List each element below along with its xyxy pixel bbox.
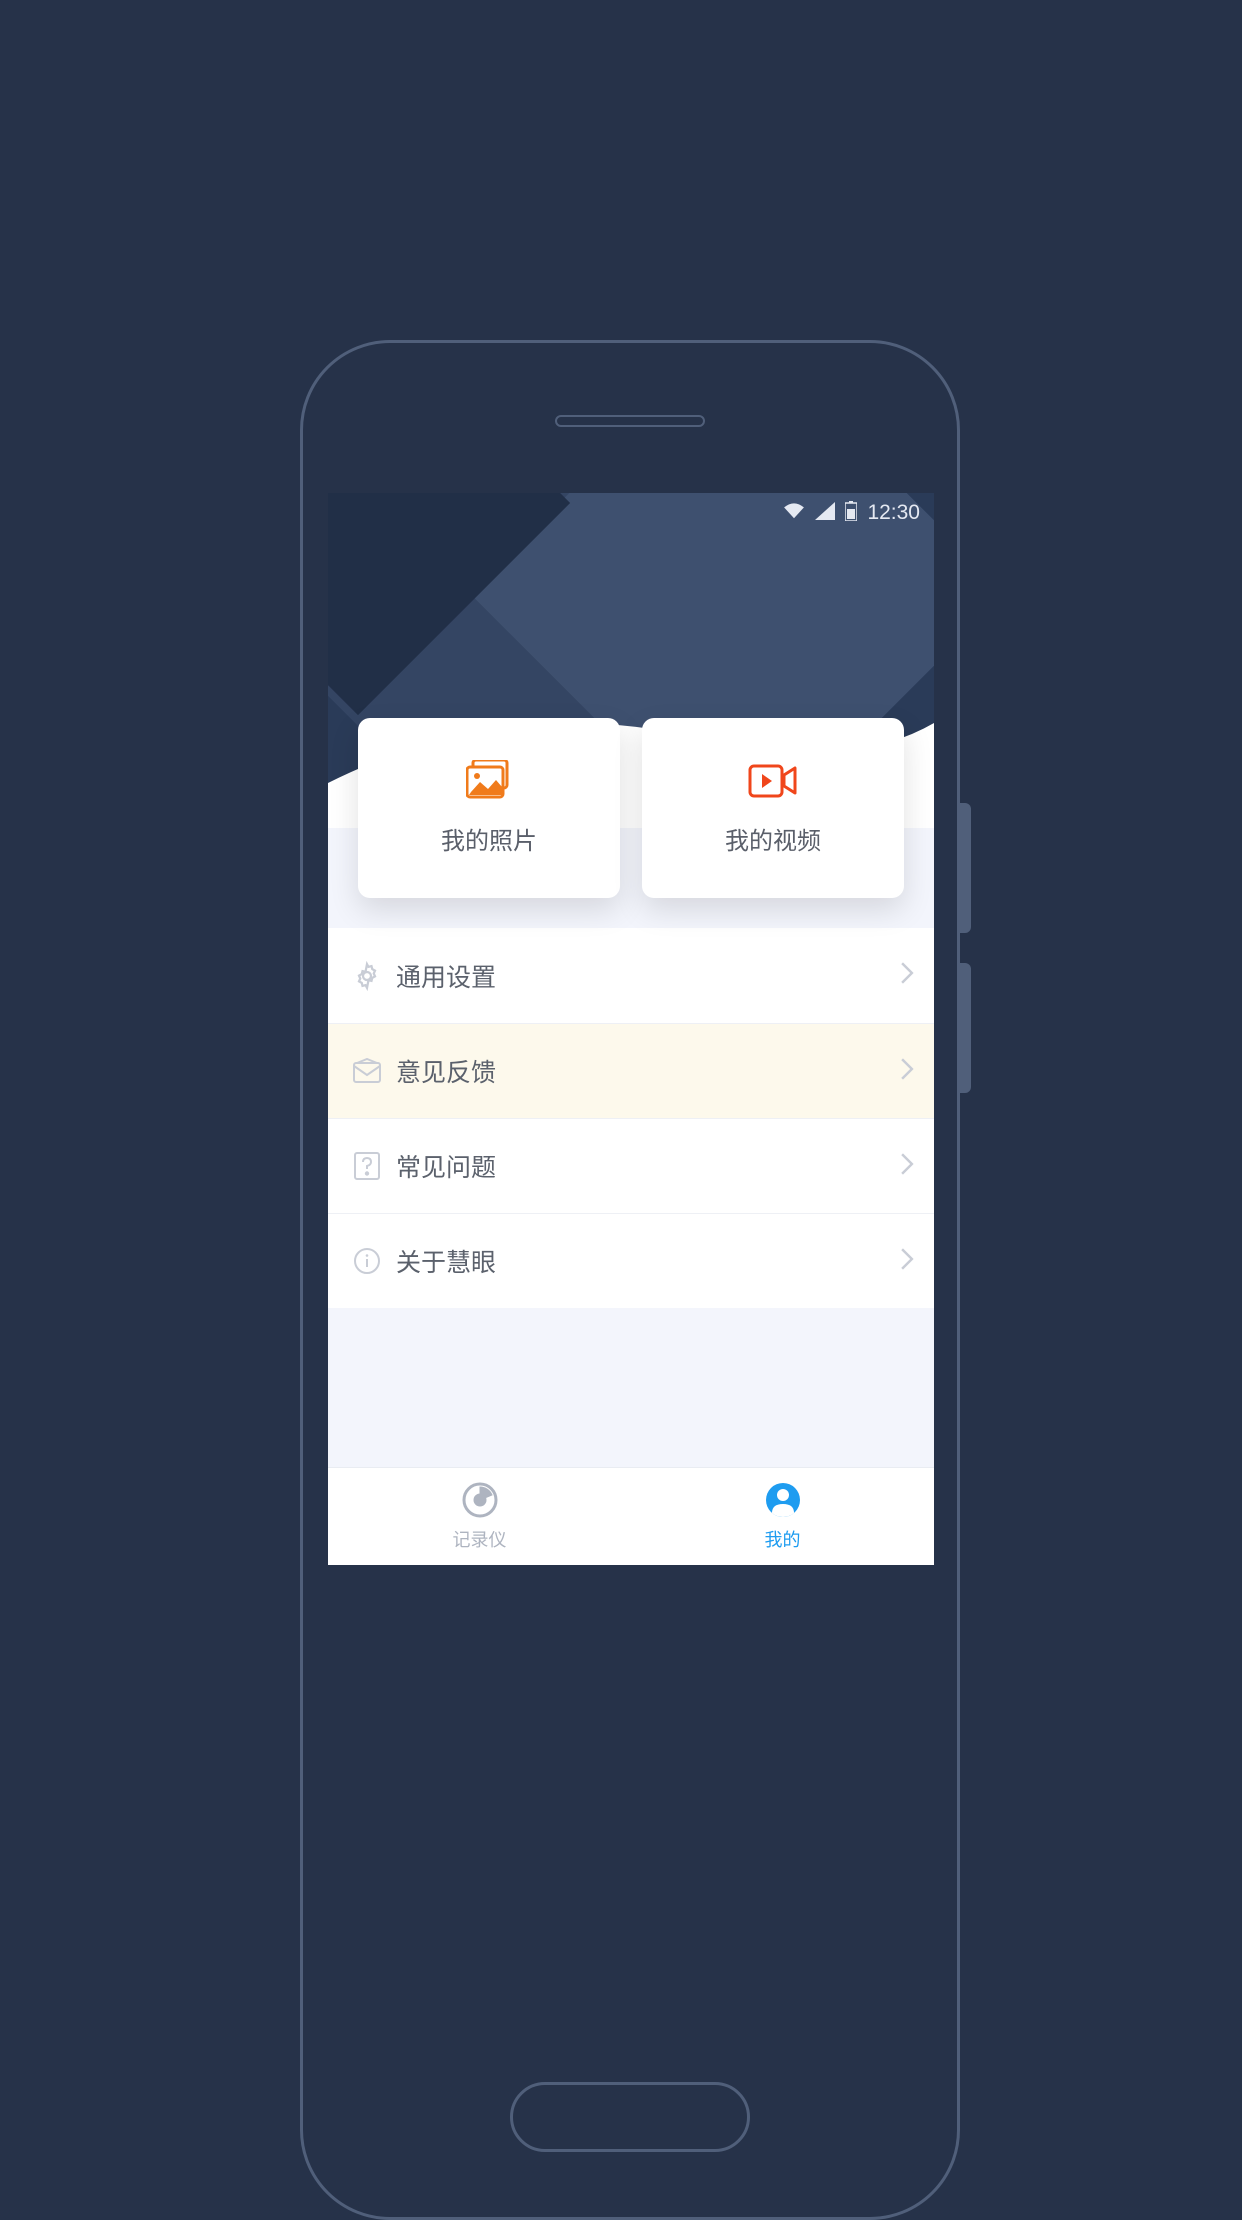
chevron-right-icon <box>900 962 914 989</box>
tab-recorder[interactable]: 记录仪 <box>328 1468 631 1565</box>
my-videos-card[interactable]: 我的视频 <box>642 718 904 898</box>
tab-label: 记录仪 <box>453 1526 507 1552</box>
card-row: 我的照片 我的视频 <box>328 718 934 898</box>
videos-icon <box>748 760 798 805</box>
person-icon <box>764 1481 802 1524</box>
mail-icon <box>346 1058 388 1084</box>
signal-icon <box>815 502 835 525</box>
phone-home-button[interactable] <box>510 2082 750 2152</box>
menu-item-about[interactable]: 关于慧眼 <box>328 1213 934 1308</box>
photos-icon <box>466 760 512 805</box>
info-icon <box>346 1246 388 1276</box>
menu-item-feedback[interactable]: 意见反馈 <box>328 1023 934 1118</box>
battery-icon <box>845 501 857 526</box>
chevron-right-icon <box>900 1153 914 1180</box>
menu-label: 意见反馈 <box>396 1053 900 1089</box>
my-photos-label: 我的照片 <box>441 821 537 856</box>
my-photos-card[interactable]: 我的照片 <box>358 718 620 898</box>
status-time: 12:30 <box>867 501 920 525</box>
menu-label: 通用设置 <box>396 958 900 994</box>
menu-item-faq[interactable]: 常见问题 <box>328 1118 934 1213</box>
menu-label: 常见问题 <box>396 1148 900 1184</box>
menu-list: 通用设置 意见反馈 <box>328 928 934 1308</box>
tab-mine[interactable]: 我的 <box>631 1468 934 1565</box>
wifi-icon <box>783 502 805 525</box>
phone-side-button <box>959 963 971 1093</box>
recorder-icon <box>461 1481 499 1524</box>
menu-label: 关于慧眼 <box>396 1243 900 1279</box>
tab-bar: 记录仪 我的 <box>328 1467 934 1565</box>
menu-item-settings[interactable]: 通用设置 <box>328 928 934 1023</box>
status-bar: 12:30 <box>328 493 934 533</box>
my-videos-label: 我的视频 <box>725 821 821 856</box>
phone-frame: 12:30 我的照片 <box>300 340 960 2220</box>
chevron-right-icon <box>900 1058 914 1085</box>
help-doc-icon <box>346 1151 388 1181</box>
phone-speaker <box>555 415 705 427</box>
phone-side-button <box>959 803 971 933</box>
chevron-right-icon <box>900 1248 914 1275</box>
gear-icon <box>346 961 388 991</box>
tab-label: 我的 <box>765 1526 801 1552</box>
screen: 12:30 我的照片 <box>328 493 934 1565</box>
